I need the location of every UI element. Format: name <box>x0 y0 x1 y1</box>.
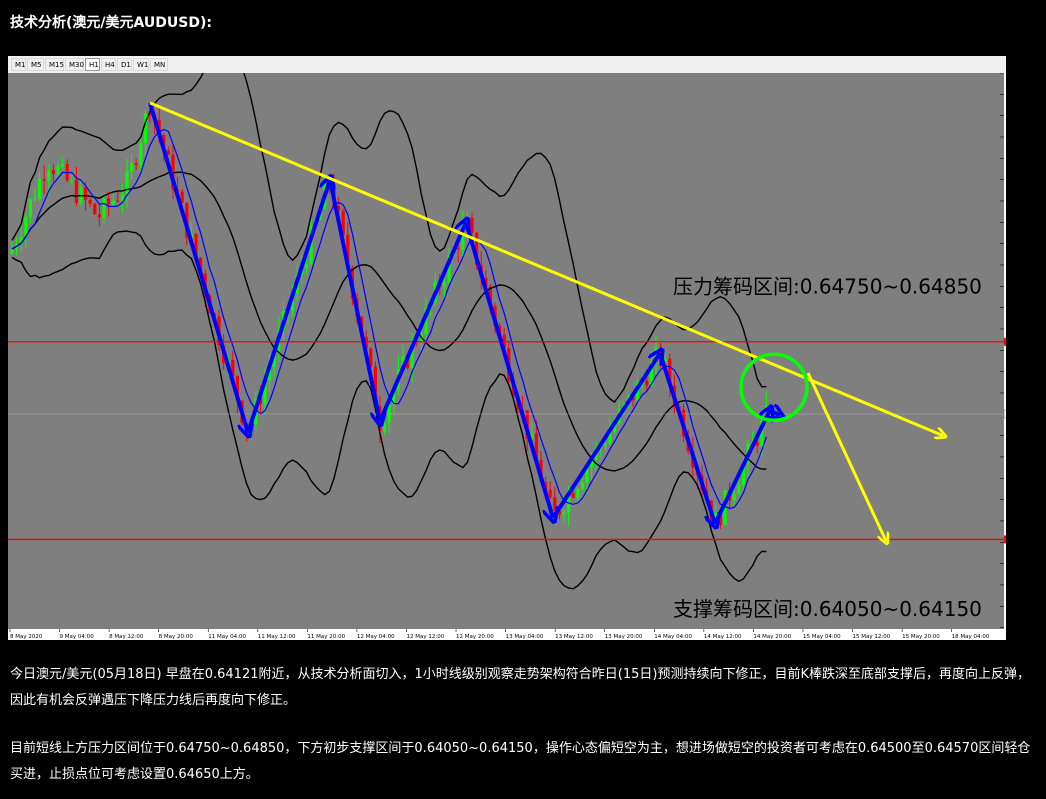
x-tick-label: 13 May 12:00 <box>555 634 593 640</box>
timeframe-button-m30[interactable]: M30 <box>65 58 84 71</box>
x-tick-label: 11 May 04:00 <box>208 634 246 640</box>
timeframe-button-h4[interactable]: H4 <box>101 58 116 71</box>
x-tick-label: 13 May 04:00 <box>506 634 544 640</box>
candle-body <box>33 198 37 200</box>
candle-body <box>304 263 308 269</box>
x-tick-label: 13 May 20:00 <box>605 634 643 640</box>
analysis-paragraph-1: 今日澳元/美元(05月18日) 早盘在0.64121附近，从技术分析面切入，1小… <box>10 667 1030 708</box>
candle-body <box>125 171 129 195</box>
timeframe-button-mn[interactable]: MN <box>150 58 168 71</box>
x-tick-label: 8 May 2020 <box>10 634 43 640</box>
candle-body <box>47 170 51 181</box>
candle-body <box>737 484 741 494</box>
x-tick-label: 12 May 12:00 <box>406 634 444 640</box>
candle-body <box>134 163 138 165</box>
x-tick-label: 9 May 04:00 <box>60 634 95 640</box>
timeframe-button-m15[interactable]: M15 <box>45 58 64 71</box>
candle-body <box>442 281 446 288</box>
x-tick-label: 15 May 04:00 <box>803 634 841 640</box>
candle-body <box>10 248 14 254</box>
x-tick-label: 15 May 12:00 <box>853 634 891 640</box>
x-tick-label: 14 May 20:00 <box>753 634 791 640</box>
analysis-paragraph-2: 目前短线上方压力区间位于0.64750~0.64850，下方初步支撑区间于0.6… <box>10 741 1031 782</box>
x-tick-label: 12 May 04:00 <box>357 634 395 640</box>
timeframe-button-m5[interactable]: M5 <box>27 58 44 71</box>
candle-body <box>88 199 92 204</box>
x-tick-label: 8 May 20:00 <box>159 634 194 640</box>
candle-body <box>548 489 552 498</box>
resistance-zone-label: 压力筹码区间:0.64750~0.64850 <box>673 274 982 298</box>
candle-body <box>38 178 42 199</box>
candle-body <box>553 497 557 511</box>
candle-body <box>732 493 736 501</box>
candle-body <box>139 143 143 165</box>
candle-body <box>51 170 55 174</box>
x-tick-label: 11 May 20:00 <box>307 634 345 640</box>
candle-body <box>456 248 460 250</box>
candle-body <box>56 166 60 174</box>
candle-body <box>130 163 134 172</box>
candle-body <box>576 488 580 498</box>
candle-body <box>74 179 78 203</box>
timeframe-button-h1[interactable]: H1 <box>85 58 100 71</box>
candle-body <box>84 187 88 200</box>
candle-body <box>470 217 474 233</box>
price-chart: 0.656850.656100.655350.654600.653850.653… <box>8 73 1006 640</box>
support-zone-label: 支撑筹码区间:0.64050~0.64150 <box>673 597 982 621</box>
chart-panel: M1M5M15M30H1H4D1W1MN 0.656850.656100.655… <box>8 56 1006 640</box>
x-tick-label: 12 May 20:00 <box>456 634 494 640</box>
candle-body <box>166 150 170 155</box>
candle-body <box>645 380 649 386</box>
candle-body <box>603 443 607 446</box>
candle-body <box>102 198 106 218</box>
x-tick-label: 8 May 12:00 <box>109 634 144 640</box>
timeframe-button-m1[interactable]: M1 <box>11 58 26 71</box>
x-tick-label: 15 May 20:00 <box>902 634 940 640</box>
candle-body <box>61 163 65 167</box>
x-tick-label: 18 May 04:00 <box>952 634 990 640</box>
candle-body <box>28 199 32 217</box>
timeframe-button-d1[interactable]: D1 <box>117 58 132 71</box>
x-tick-label: 14 May 04:00 <box>654 634 692 640</box>
candle-body <box>97 214 101 218</box>
candle-body <box>70 179 74 181</box>
candle-body <box>111 200 115 205</box>
timeframe-toolbar: M1 M5 M15 M30 H1 H4 D1 W1 MN <box>8 56 1006 74</box>
candle-body <box>571 493 575 498</box>
candle-body <box>93 203 97 215</box>
candle-body <box>107 198 111 205</box>
page-title: 技术分析(澳元/美元AUDUSD): <box>10 15 212 31</box>
x-tick-label: 11 May 12:00 <box>258 634 296 640</box>
candle-body <box>562 512 566 515</box>
x-tick-label: 14 May 12:00 <box>704 634 742 640</box>
plot-area <box>8 73 1004 629</box>
candle-body <box>580 482 584 489</box>
candle-body <box>116 200 120 202</box>
timeframe-button-w1[interactable]: W1 <box>133 58 149 71</box>
candle-body <box>42 178 46 181</box>
candle-body <box>383 422 387 431</box>
